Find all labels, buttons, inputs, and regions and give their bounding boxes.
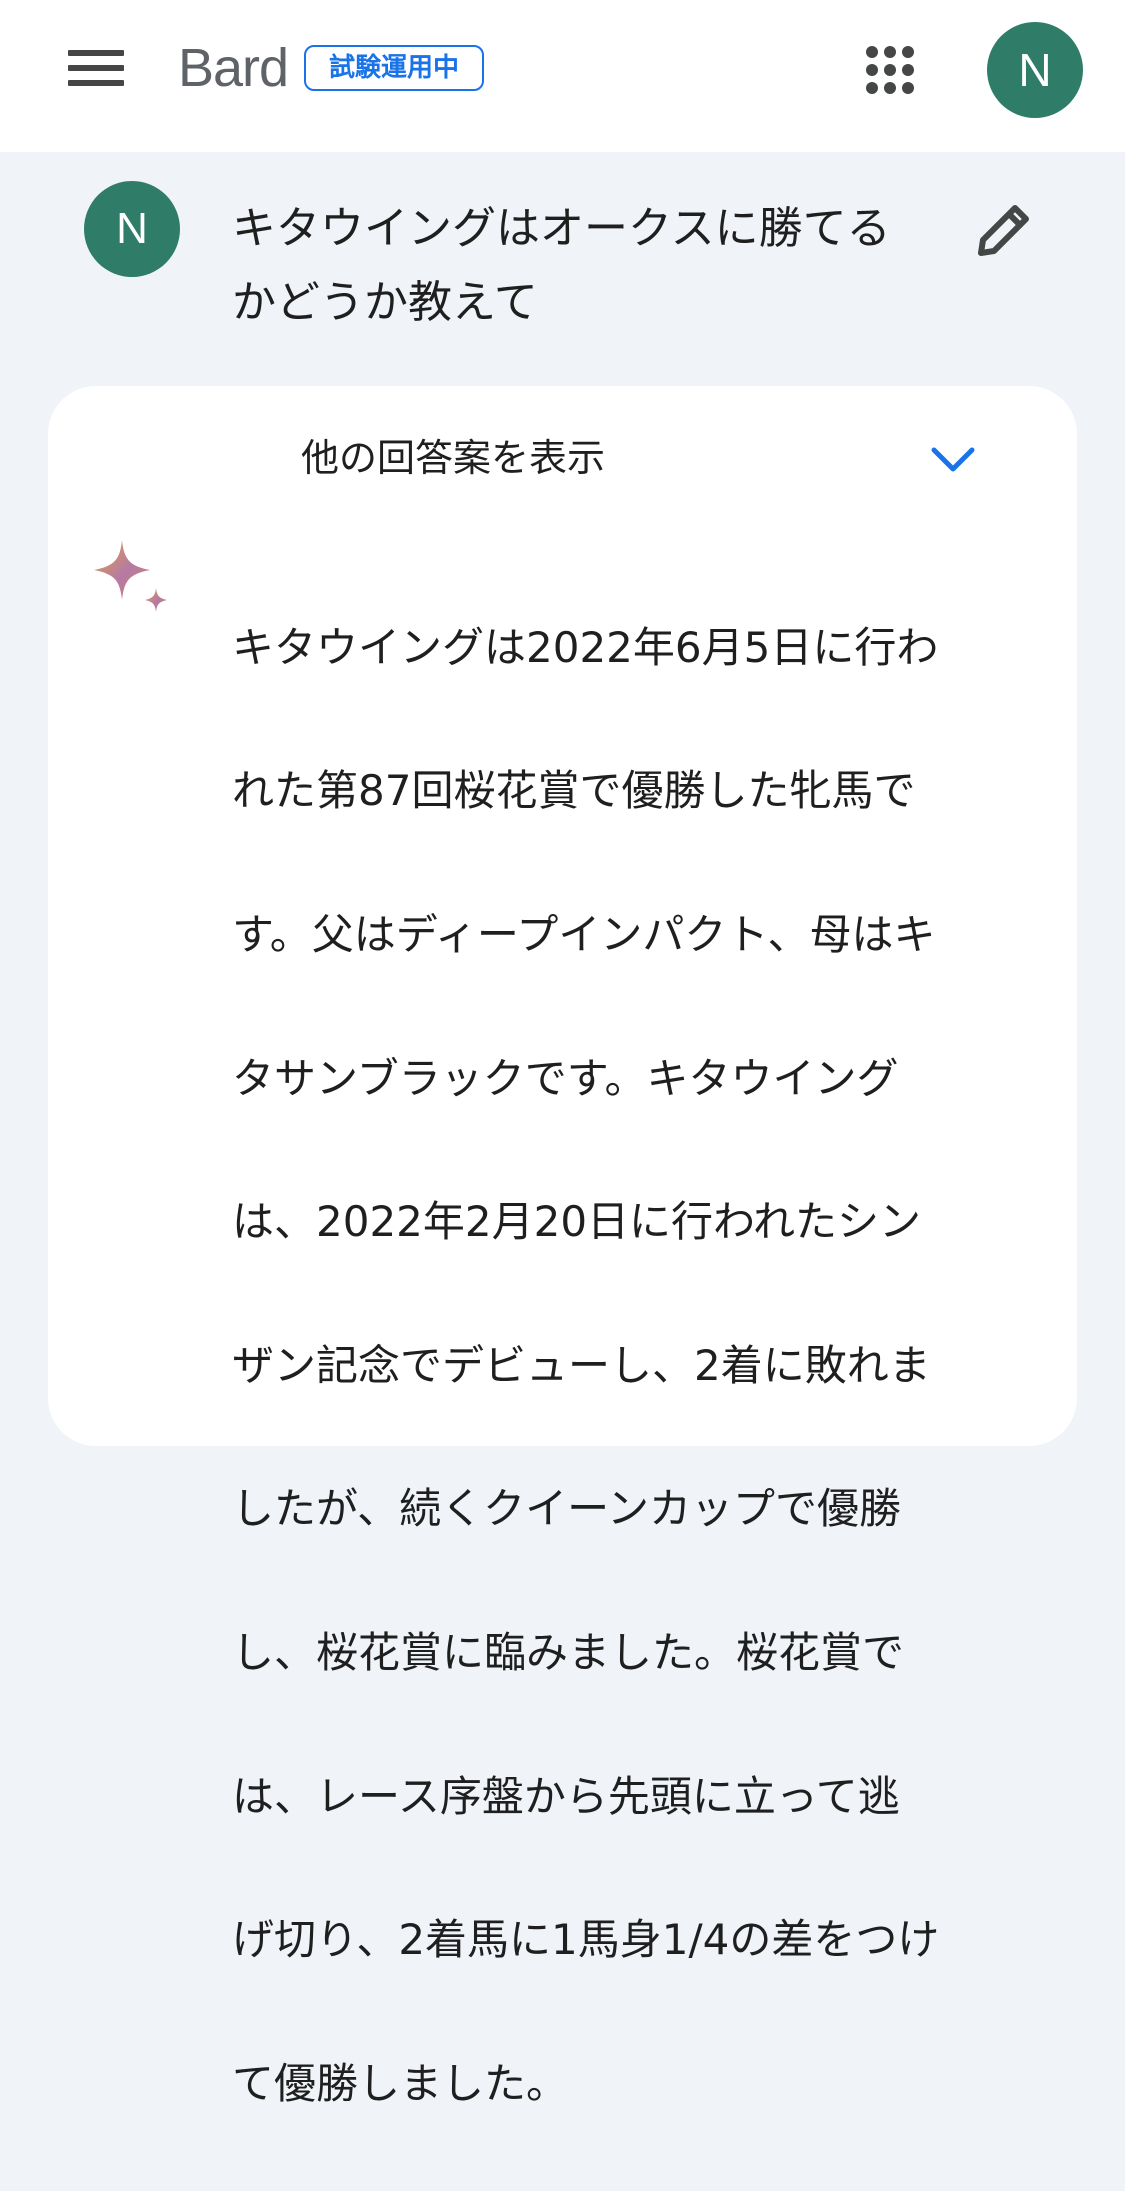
experiment-badge: 試験運用中 — [304, 45, 484, 91]
response-line: す。父はディープインパクト、母はキ — [232, 909, 936, 959]
response-line: げ切り、2着馬に1馬身1/4の差をつけ — [232, 1915, 940, 1965]
account-avatar[interactable]: N — [987, 22, 1083, 118]
chevron-down-icon[interactable] — [920, 436, 986, 482]
response-card: 他の回答案を表示 キタウイングは2022年6月5日に行わ れた第87回桜花賞で優… — [48, 386, 1077, 2108]
response-line: れた第87回桜花賞で優勝した牝馬で — [232, 766, 916, 816]
response-line: は、2022年2月20日に行われたシン — [232, 1197, 921, 1247]
hamburger-menu-icon[interactable] — [62, 44, 130, 92]
bard-logo: Bard — [178, 38, 289, 98]
user-prompt-text: キタウイングはオークスに勝てるかどうか教えて — [232, 203, 891, 328]
apps-grid-icon[interactable] — [860, 40, 920, 100]
response-line: ザン記念でデビューし、2着に敗れま — [232, 1340, 931, 1390]
response-line: は、レース序盤から先頭に立って逃 — [232, 1771, 900, 1821]
pencil-edit-icon[interactable] — [970, 196, 1038, 264]
response-line: したが、続くクイーンカップで優勝 — [232, 1484, 902, 1534]
view-other-drafts-label[interactable]: 他の回答案を表示 — [301, 428, 605, 488]
user-avatar: N — [84, 181, 180, 277]
response-line: キタウイングは2022年6月5日に行わ — [232, 622, 939, 672]
response-line: し、桜花賞に臨みました。桜花賞で — [232, 1627, 905, 1677]
top-app-bar: Bard 試験運用中 N — [0, 0, 1125, 152]
response-text: キタウイングは2022年6月5日に行わ れた第87回桜花賞で優勝した牝馬で す。… — [232, 540, 1032, 2191]
sparkle-icon — [86, 534, 176, 624]
response-line: タサンブラックです。キタウイング — [232, 1053, 899, 1103]
response-line: て優勝しました。 — [232, 2058, 569, 2108]
